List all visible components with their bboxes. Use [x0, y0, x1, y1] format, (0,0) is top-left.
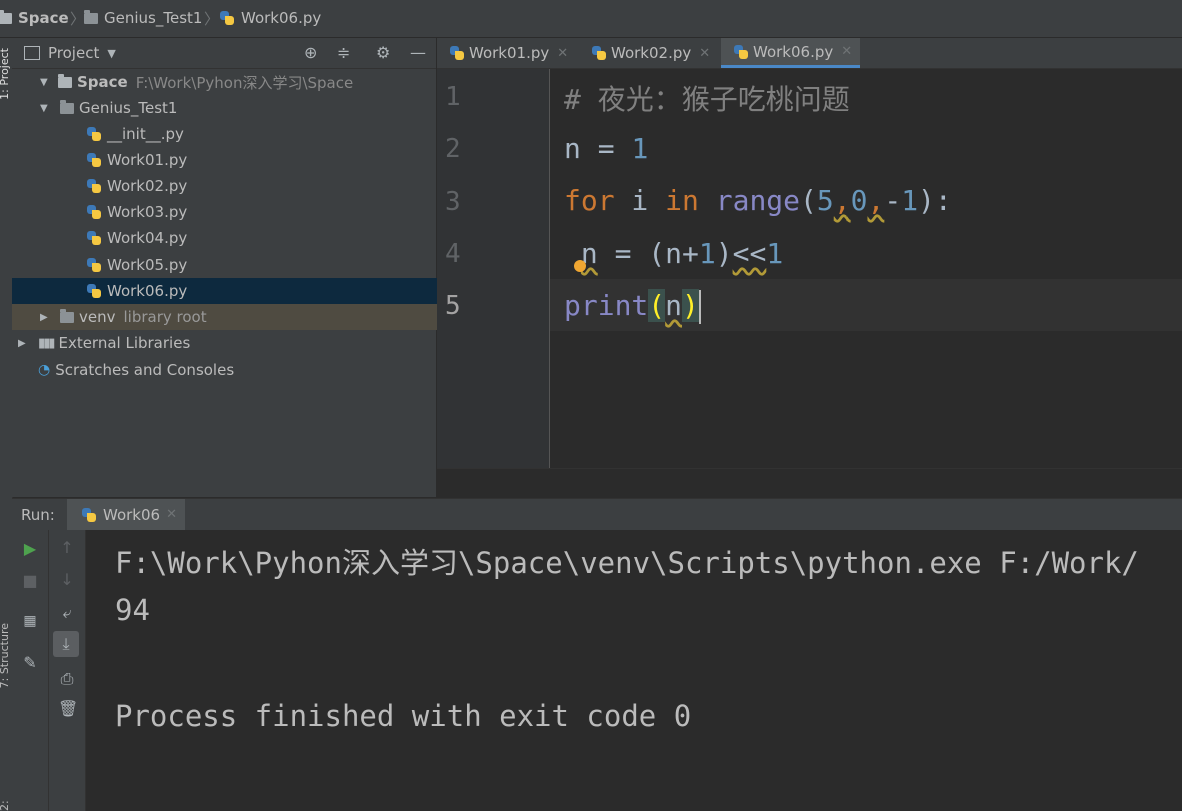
- tree-item-space[interactable]: ▼ Space F:\Work\Pyhon深入学习\Space: [12, 69, 464, 95]
- tree-item-scratches[interactable]: ◔ Scratches and Consoles: [12, 357, 462, 383]
- console-line: Process finished with exit code 0: [115, 699, 692, 733]
- tab-work01[interactable]: Work01.py ✕: [437, 38, 576, 68]
- tree-item-work05[interactable]: Work05.py: [12, 252, 510, 278]
- collapse-all-icon[interactable]: ≑: [337, 43, 350, 62]
- python-file-icon: [591, 45, 607, 61]
- breadcrumb-separator: 〉: [204, 10, 220, 28]
- tree-item-work01[interactable]: Work01.py: [12, 147, 510, 173]
- navigation-bar: Space 〉 Genius_Test1 〉 Work06.py: [0, 0, 1182, 38]
- folder-icon: [60, 308, 74, 323]
- tab-work06[interactable]: Work06.py ✕: [721, 38, 861, 68]
- locate-icon[interactable]: ⊕: [304, 43, 317, 62]
- run-panel-header: Run: Work06 ✕: [12, 498, 1182, 531]
- code-line-5: print(n): [564, 289, 701, 324]
- python-file-icon: [86, 126, 102, 142]
- breadcrumb-space[interactable]: Space: [0, 9, 69, 27]
- python-file-icon: [86, 283, 102, 299]
- stop-icon[interactable]: ■: [21, 572, 39, 590]
- code-line-4: n = (n+1)<<1: [580, 237, 784, 270]
- python-file-icon: [86, 204, 102, 220]
- close-icon[interactable]: ✕: [699, 46, 710, 61]
- text-caret: [698, 290, 701, 324]
- line-number-gutter: 1 2 3 4 5: [437, 69, 550, 468]
- python-file-icon: [86, 152, 102, 168]
- trash-icon[interactable]: 🗑: [58, 700, 78, 718]
- line-number: 1: [445, 82, 461, 112]
- line-number: 4: [445, 239, 461, 269]
- run-label: Run:: [21, 506, 55, 524]
- project-view-selector[interactable]: Project ▼: [24, 44, 116, 62]
- layout-icon[interactable]: ▦: [21, 612, 39, 630]
- code-line-2: n = 1: [564, 132, 649, 165]
- python-file-icon: [86, 230, 102, 246]
- line-number: 5: [445, 291, 461, 321]
- print-icon[interactable]: ⎙: [58, 670, 76, 688]
- folder-icon: [58, 73, 72, 88]
- breadcrumb-genius-test1[interactable]: Genius_Test1: [84, 9, 202, 27]
- editor-bottom-area: [437, 468, 1182, 498]
- scroll-to-end-icon[interactable]: ⤓: [53, 631, 79, 657]
- breadcrumb-separator: 〉: [70, 10, 86, 28]
- line-number: 2: [445, 134, 461, 164]
- tree-item-work04[interactable]: Work04.py: [12, 225, 510, 251]
- arrow-up-icon[interactable]: ↑: [58, 539, 76, 557]
- collapsed-arrow-icon: ▶: [18, 337, 26, 349]
- tree-item-work02[interactable]: Work02.py: [12, 173, 510, 199]
- run-toolbar-primary: ▶ ■ ▦ ✎: [12, 530, 49, 811]
- tree-item-work06[interactable]: Work06.py: [12, 278, 510, 304]
- scratches-icon: ◔: [38, 362, 51, 378]
- close-icon[interactable]: ✕: [841, 44, 852, 59]
- project-panel-header: Project ▼ ⊕ ≑ ⚙ —: [12, 38, 436, 69]
- project-panel: Project ▼ ⊕ ≑ ⚙ — ▼ Space F:\Work\Pyhon深…: [12, 38, 510, 497]
- python-file-icon: [449, 45, 465, 61]
- rerun-icon[interactable]: ▶: [21, 540, 39, 558]
- expanded-arrow-icon: ▼: [40, 76, 48, 88]
- tool-tab-structure[interactable]: 7: Structure: [0, 623, 11, 688]
- tree-item-external-libraries[interactable]: ▶ ▮▮▮ External Libraries: [12, 330, 442, 356]
- breadcrumb-work06[interactable]: Work06.py: [219, 9, 321, 27]
- python-file-icon: [86, 178, 102, 194]
- expanded-arrow-icon: ▼: [40, 102, 48, 114]
- lightbulb-icon[interactable]: [574, 260, 586, 272]
- python-file-icon: [86, 257, 102, 273]
- code-editor[interactable]: 1 2 3 4 5 # 夜光：猴子吃桃问题 n = 1 for i in ran…: [437, 69, 1182, 468]
- line-number: 3: [445, 187, 461, 217]
- close-icon[interactable]: ✕: [166, 507, 177, 522]
- chevron-down-icon: ▼: [107, 46, 116, 60]
- run-console[interactable]: F:\Work\Pyhon深入学习\Space\venv\Scripts\pyt…: [86, 530, 1182, 811]
- panel-icon: [24, 46, 40, 60]
- console-line: F:\Work\Pyhon深入学习\Space\venv\Scripts\pyt…: [115, 546, 1139, 580]
- libraries-icon: ▮▮▮: [38, 335, 56, 351]
- hide-icon[interactable]: —: [410, 43, 426, 62]
- python-file-icon: [219, 10, 235, 26]
- arrow-down-icon[interactable]: ↓: [58, 571, 76, 589]
- python-file-icon: [733, 44, 749, 60]
- tree-item-work03[interactable]: Work03.py: [12, 199, 510, 225]
- pin-icon[interactable]: ✎: [21, 654, 39, 672]
- tree-item-init[interactable]: __init__.py: [12, 121, 510, 147]
- folder-icon: [84, 9, 98, 24]
- tree-item-venv[interactable]: ▶ venv library root: [12, 304, 464, 330]
- console-line: 94: [115, 593, 150, 627]
- tab-work02[interactable]: Work02.py ✕: [579, 38, 718, 68]
- run-tab-work06[interactable]: Work06 ✕: [67, 499, 185, 530]
- python-file-icon: [81, 507, 97, 523]
- code-line-3: for i in range(5,0,-1):: [564, 184, 952, 217]
- soft-wrap-icon[interactable]: ⤶: [58, 604, 76, 622]
- collapsed-arrow-icon: ▶: [40, 311, 48, 323]
- folder-icon: [60, 99, 74, 114]
- close-icon[interactable]: ✕: [557, 46, 568, 61]
- gear-icon[interactable]: ⚙: [376, 43, 390, 62]
- run-toolbar-secondary: ↑ ↓ ⤶ ⤓ ⎙ 🗑: [49, 530, 86, 811]
- folder-icon: [0, 9, 12, 24]
- tool-tab-project[interactable]: 1: Project: [0, 48, 11, 100]
- editor-tab-bar: Work01.py ✕ Work02.py ✕ Work06.py ✕: [437, 38, 1182, 69]
- code-line-1: # 夜光：猴子吃桃问题: [564, 83, 850, 116]
- tree-item-genius-test1[interactable]: ▼ Genius_Test1: [12, 95, 464, 121]
